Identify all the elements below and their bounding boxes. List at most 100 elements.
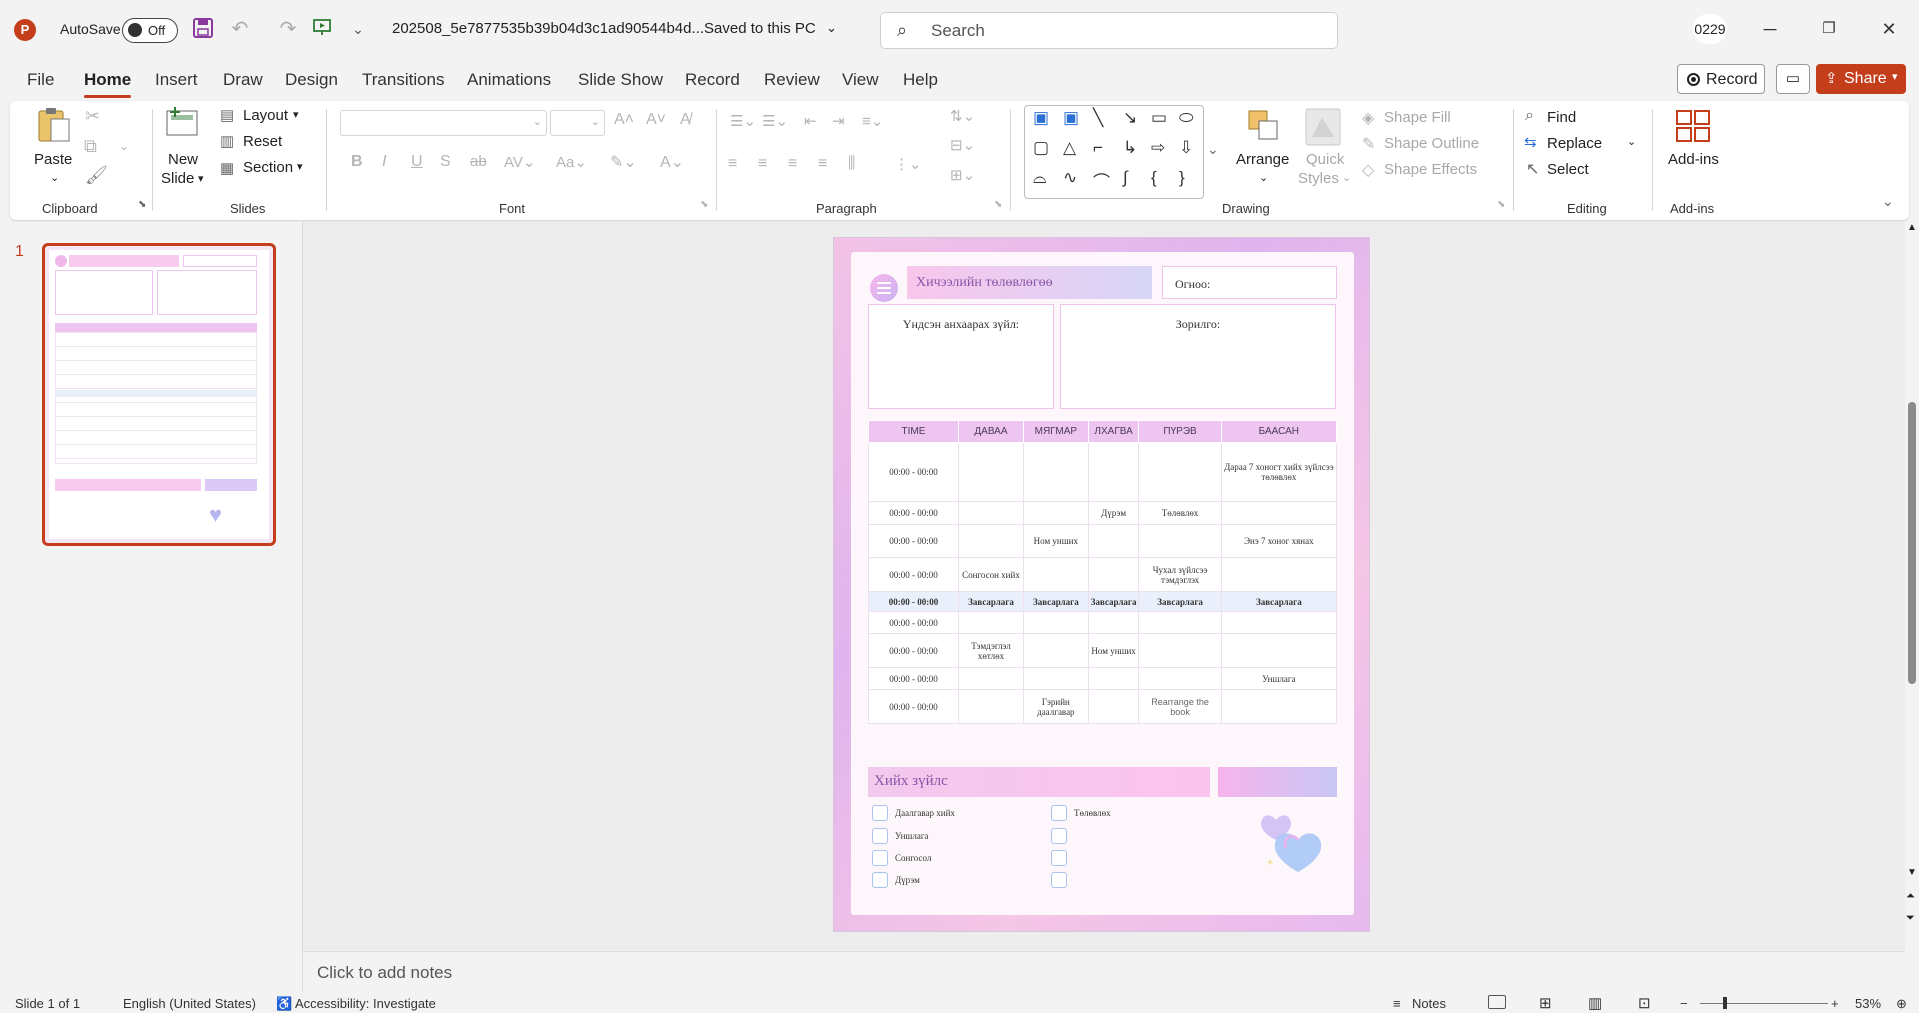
table-cell[interactable]: Завсарлага xyxy=(1138,591,1222,612)
previous-slide-icon[interactable]: ⏶ xyxy=(1906,890,1915,903)
more-shapes-icon[interactable]: ⌄ xyxy=(1207,141,1219,158)
table-cell[interactable]: Rearrange the book xyxy=(1138,689,1222,724)
section-icon[interactable]: ▦ xyxy=(220,159,234,177)
autosave-toggle[interactable]: Off xyxy=(122,18,178,43)
zoom-in-icon[interactable]: + xyxy=(1831,996,1839,1011)
tab-view[interactable]: View xyxy=(842,70,879,90)
copy-icon[interactable]: ⧉ xyxy=(84,136,97,157)
scribble-icon[interactable]: ∿ xyxy=(1063,168,1077,188)
slide[interactable]: Хичээлийн төлөвлөгөө Огноо: Үндсэн анхаа… xyxy=(833,237,1370,932)
table-cell[interactable] xyxy=(1087,611,1140,634)
align-right-icon[interactable]: ≡ xyxy=(788,155,797,173)
right-brace-icon[interactable]: } xyxy=(1179,168,1185,188)
planner-title[interactable]: Хичээлийн төлөвлөгөө xyxy=(907,266,1152,299)
table-cell[interactable] xyxy=(1022,501,1089,525)
notes-placeholder[interactable]: Click to add notes xyxy=(317,963,452,983)
right-arrow-icon[interactable]: ⇨ xyxy=(1151,138,1165,158)
table-cell[interactable] xyxy=(1138,524,1222,558)
italic-icon[interactable]: I xyxy=(382,153,386,171)
next-slide-icon[interactable]: ⏷ xyxy=(1906,912,1915,925)
accessibility-status[interactable]: Accessibility: Investigate xyxy=(295,996,436,1011)
table-cell[interactable]: 00:00 - 00:00 xyxy=(868,633,959,668)
arrange-button[interactable]: Arrange xyxy=(1236,151,1289,168)
table-cell[interactable] xyxy=(958,442,1024,502)
select-button[interactable]: Select xyxy=(1547,161,1589,178)
restore-icon[interactable]: ❐ xyxy=(1814,14,1844,44)
todo-title[interactable]: Хийх зүйлс xyxy=(868,767,1210,797)
zoom-out-icon[interactable]: − xyxy=(1680,996,1688,1011)
collapse-ribbon-icon[interactable]: ⌄ xyxy=(1882,193,1894,210)
arc-icon[interactable]: ⌒ xyxy=(1093,168,1110,193)
text-direction-icon[interactable]: ⇅⌄ xyxy=(950,107,975,125)
record-button[interactable]: Record xyxy=(1677,64,1765,94)
search-box[interactable]: ⌕ Search xyxy=(880,12,1338,49)
table-cell[interactable]: Завсарлага xyxy=(1022,591,1089,612)
todo-checkbox[interactable] xyxy=(1051,872,1067,888)
dialog-launcher-icon[interactable]: ⬊ xyxy=(1497,199,1505,210)
format-painter-icon[interactable]: 🖌 xyxy=(85,165,108,186)
table-cell[interactable] xyxy=(1087,667,1140,690)
table-cell[interactable] xyxy=(1220,557,1338,592)
table-cell[interactable]: Төлөвлөх xyxy=(1138,501,1222,525)
addins-button[interactable]: Add-ins xyxy=(1668,151,1719,168)
table-cell[interactable]: Завсарлага xyxy=(958,591,1024,612)
align-left-icon[interactable]: ≡ xyxy=(728,155,737,173)
tab-slide-show[interactable]: Slide Show xyxy=(578,70,663,90)
chevron-down-icon[interactable]: ⌄ xyxy=(826,20,837,36)
table-cell[interactable] xyxy=(1220,611,1338,634)
line-icon[interactable]: ╲ xyxy=(1093,108,1103,128)
table-cell[interactable] xyxy=(1138,633,1222,668)
bold-icon[interactable]: B xyxy=(351,153,363,171)
close-icon[interactable]: ✕ xyxy=(1874,14,1904,44)
todo-checkbox[interactable] xyxy=(872,805,888,821)
replace-icon[interactable]: ⇆ xyxy=(1524,133,1537,151)
save-status[interactable]: Saved to this PC xyxy=(704,20,816,37)
triangle-icon[interactable]: △ xyxy=(1063,138,1076,158)
cut-icon[interactable]: ✂ xyxy=(85,106,100,127)
line-spacing-icon[interactable]: ≡⌄ xyxy=(862,112,883,130)
oval-icon[interactable]: ⬭ xyxy=(1179,108,1194,128)
rounded-rectangle-icon[interactable]: ▢ xyxy=(1033,138,1049,158)
quick-styles-button[interactable]: Quick xyxy=(1306,151,1344,168)
table-cell[interactable]: 00:00 - 00:00 xyxy=(868,667,959,690)
chevron-down-icon[interactable]: ⌄ xyxy=(1259,171,1268,184)
slide-thumbnail[interactable]: ♥ xyxy=(42,243,276,546)
minimize-icon[interactable]: ─ xyxy=(1755,14,1785,44)
increase-font-icon[interactable]: A˄ xyxy=(614,111,634,129)
paste-button[interactable]: Paste xyxy=(34,151,72,168)
justify-icon[interactable]: ≡ xyxy=(818,155,827,173)
shape-fill-button[interactable]: Shape Fill xyxy=(1384,109,1451,126)
freeform-icon[interactable]: ⌓ xyxy=(1033,168,1046,188)
reading-view-icon[interactable]: ▥ xyxy=(1588,994,1602,1012)
table-cell[interactable]: Сонгосон хийх xyxy=(958,557,1024,592)
rectangle-icon[interactable]: ▭ xyxy=(1151,108,1167,128)
shape-outline-icon[interactable]: ✎ xyxy=(1362,134,1375,154)
zoom-slider-thumb[interactable] xyxy=(1723,997,1727,1009)
arrow-line-icon[interactable]: ↘ xyxy=(1123,108,1137,128)
table-cell[interactable] xyxy=(1022,557,1089,592)
present-from-beginning-icon[interactable] xyxy=(310,17,334,41)
tab-review[interactable]: Review xyxy=(764,70,820,90)
arrange-icon[interactable] xyxy=(1245,107,1281,148)
todo-checkbox[interactable] xyxy=(1051,805,1067,821)
align-text-icon[interactable]: ⊟⌄ xyxy=(950,136,975,154)
table-cell[interactable]: Тэмдэглэл хөтлөх xyxy=(958,633,1024,668)
notes-pane[interactable]: Click to add notes xyxy=(303,951,1905,992)
shape-effects-button[interactable]: Shape Effects xyxy=(1384,161,1477,178)
new-slide-icon[interactable] xyxy=(165,105,203,144)
normal-view-icon[interactable] xyxy=(1488,995,1506,1009)
down-arrow-icon[interactable]: ⇩ xyxy=(1179,138,1193,158)
textbox-icon[interactable]: ▣ xyxy=(1033,108,1049,128)
accessibility-icon[interactable]: ♿ xyxy=(276,996,292,1012)
table-cell[interactable]: 00:00 - 00:00 xyxy=(868,689,959,724)
table-cell[interactable] xyxy=(1022,442,1089,502)
table-cell[interactable] xyxy=(1220,689,1338,724)
left-brace-icon[interactable]: { xyxy=(1151,168,1157,188)
notes-toggle[interactable]: Notes xyxy=(1412,996,1446,1011)
table-cell[interactable]: Дараа 7 хоногт хийх зүйлсээ төлөвлөх xyxy=(1220,442,1338,502)
table-cell[interactable] xyxy=(1220,633,1338,668)
section-button[interactable]: Section xyxy=(243,159,293,176)
todo-checkbox[interactable] xyxy=(872,872,888,888)
table-cell[interactable]: Завсарлага xyxy=(1087,591,1140,612)
change-case-icon[interactable]: Aa⌄ xyxy=(556,153,587,171)
